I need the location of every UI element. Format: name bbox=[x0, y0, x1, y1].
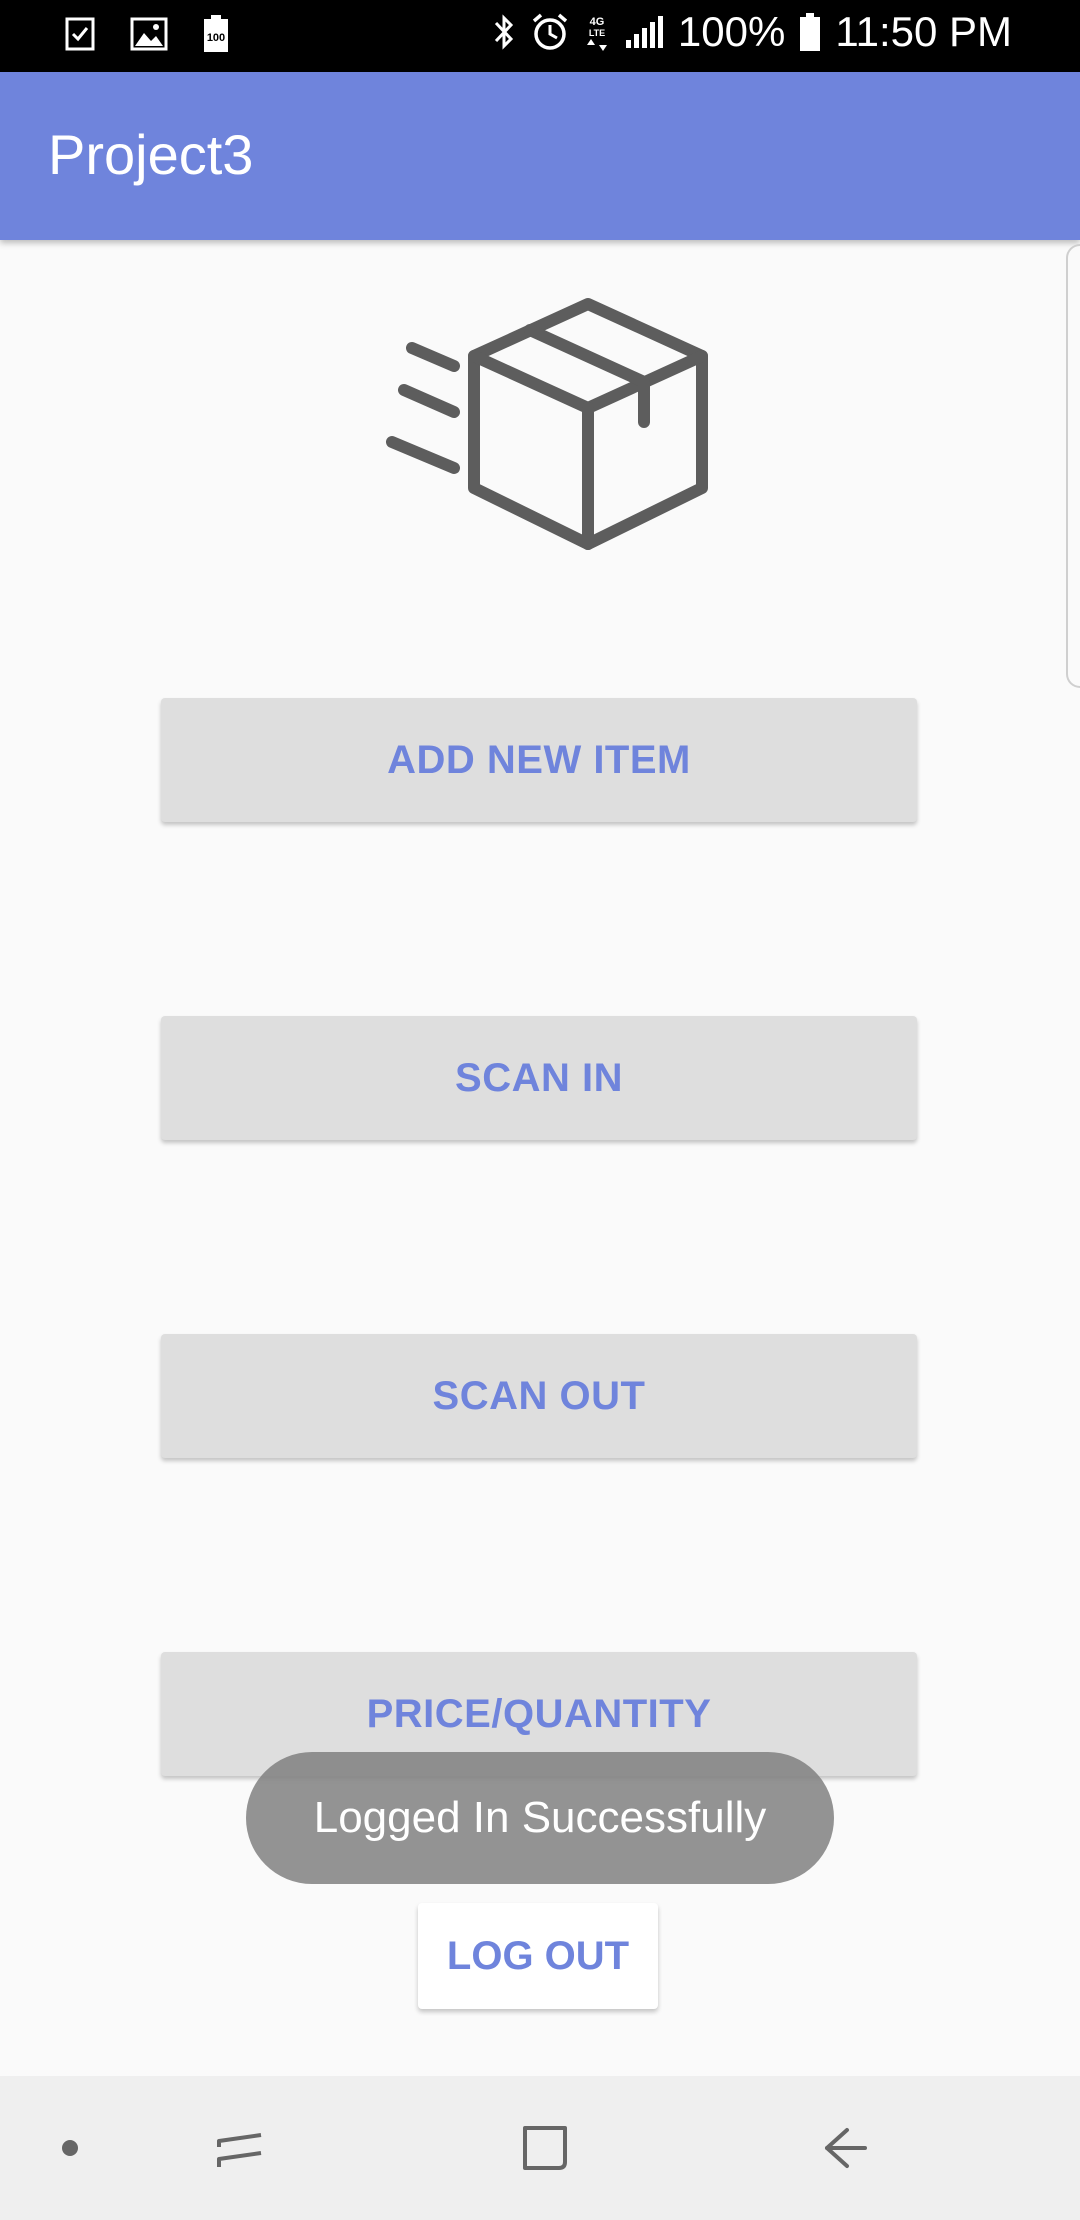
status-left-icons: 100 bbox=[64, 14, 230, 54]
image-icon bbox=[130, 17, 168, 51]
battery-icon bbox=[799, 12, 821, 52]
battery-percent: 100% bbox=[677, 8, 786, 55]
navigation-bar bbox=[0, 2076, 1080, 2220]
scan-in-button[interactable]: SCAN IN bbox=[161, 1016, 917, 1140]
back-icon[interactable] bbox=[800, 2076, 890, 2220]
task-check-icon bbox=[64, 16, 96, 52]
status-bar: 100 4G LTE 100% 11:50 PM bbox=[0, 0, 1080, 72]
scan-out-button[interactable]: SCAN OUT bbox=[161, 1334, 917, 1458]
svg-text:LTE: LTE bbox=[589, 28, 605, 38]
dot-icon[interactable] bbox=[40, 2076, 100, 2220]
signal-icon bbox=[624, 14, 664, 50]
fast-delivery-box-icon bbox=[380, 292, 720, 562]
clock: 11:50 PM bbox=[835, 8, 1012, 55]
battery-saver-icon: 100 bbox=[202, 14, 230, 54]
bluetooth-icon bbox=[492, 13, 516, 51]
toast-message: Logged In Successfully bbox=[246, 1752, 834, 1884]
app-title: Project3 bbox=[48, 123, 254, 186]
lte-data-icon: 4G LTE bbox=[584, 12, 610, 52]
home-icon[interactable] bbox=[500, 2076, 590, 2220]
log-out-button[interactable]: LOG OUT bbox=[418, 1903, 658, 2009]
edge-panel-handle[interactable] bbox=[1066, 244, 1080, 688]
add-new-item-button[interactable]: ADD NEW ITEM bbox=[161, 698, 917, 822]
app-bar: Project3 bbox=[0, 72, 1080, 240]
svg-text:4G: 4G bbox=[590, 16, 605, 28]
status-right-icons: 4G LTE 100% 11:50 PM bbox=[492, 8, 1012, 56]
recent-apps-icon[interactable] bbox=[200, 2076, 280, 2220]
alarm-icon bbox=[530, 12, 570, 52]
battery-badge-text: 100 bbox=[207, 32, 225, 44]
